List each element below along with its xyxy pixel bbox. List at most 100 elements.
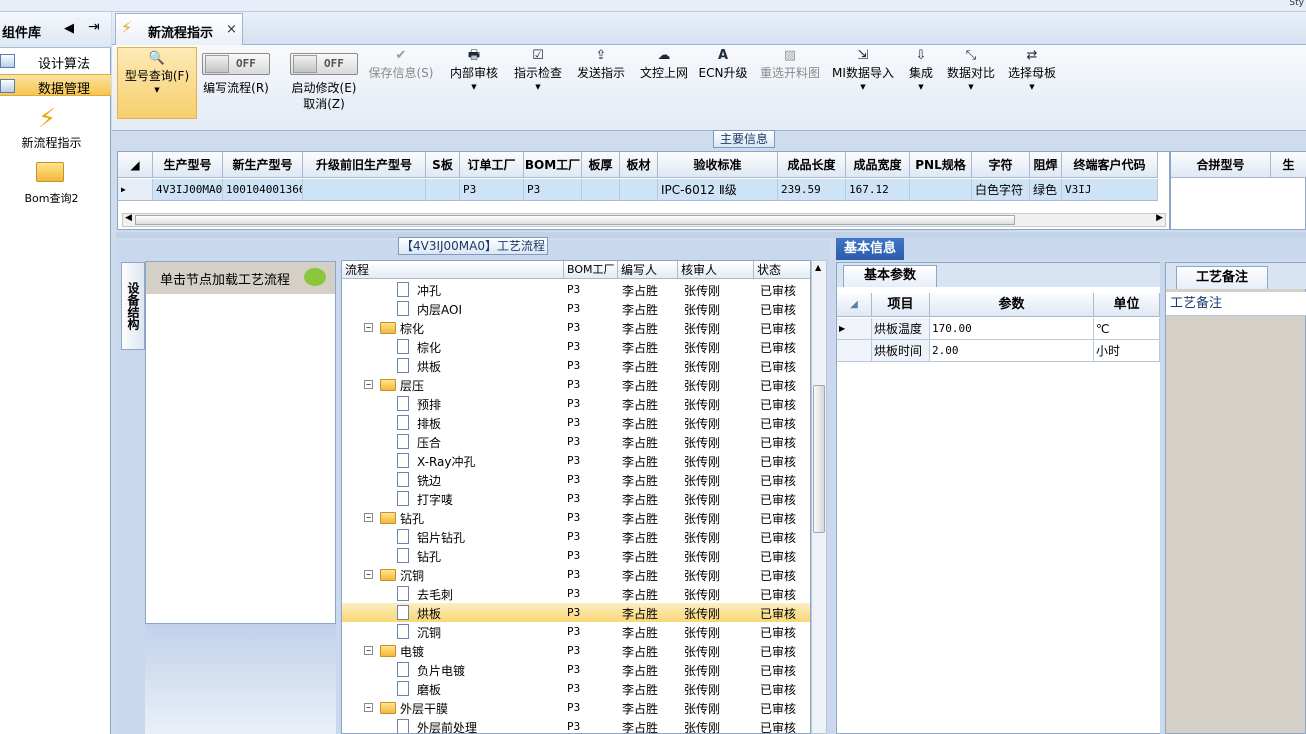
tree-row[interactable]: 铣边 P3 李占胜 张传刚 已审核 [342, 470, 810, 489]
tree-row[interactable]: 内层AOI P3 李占胜 张传刚 已审核 [342, 299, 810, 318]
tree-row[interactable]: X-Ray冲孔 P3 李占胜 张传刚 已审核 [342, 451, 810, 470]
grid-cell[interactable] [426, 179, 460, 201]
process-notes-field[interactable]: 工艺备注 [1166, 292, 1306, 316]
collapse-icon[interactable]: − [364, 323, 373, 332]
grid-cell[interactable]: 白色字符 [972, 179, 1030, 201]
column-header[interactable]: 生 [1271, 152, 1306, 178]
row-indicator-icon[interactable] [837, 340, 872, 362]
tree-row[interactable]: − 钻孔 P3 李占胜 张传刚 已审核 [342, 508, 810, 527]
column-header[interactable]: 订单工厂 [460, 152, 524, 178]
column-header[interactable]: 终端客户代码 [1062, 152, 1158, 178]
tree-row[interactable]: 去毛刺 P3 李占胜 张传刚 已审核 [342, 584, 810, 603]
tree-row[interactable]: 打字唛 P3 李占胜 张传刚 已审核 [342, 489, 810, 508]
grid-cell[interactable]: 10010400136620 [223, 179, 303, 201]
grid-cell[interactable]: P3 [460, 179, 524, 201]
integrate-button[interactable]: ⇩ 集成 ▼ [903, 45, 939, 117]
mi-import-button[interactable]: ⇲ MI数据导入 ▼ [830, 45, 896, 117]
chevron-left-icon[interactable]: ◀ [64, 21, 74, 36]
column-header[interactable]: 成品长度 [778, 152, 846, 178]
ecn-upgrade-button[interactable]: A ECN升级 [698, 45, 748, 117]
shortcut-bom-query[interactable]: Bom查询2 [0, 158, 111, 205]
tree-row[interactable]: 钻孔 P3 李占胜 张传刚 已审核 [342, 546, 810, 565]
column-header[interactable]: 核审人 [678, 261, 754, 279]
column-header[interactable]: 合拼型号 [1171, 152, 1271, 178]
column-header[interactable]: 流程 [342, 261, 564, 279]
column-header[interactable]: 参数 [930, 293, 1094, 317]
collapse-icon[interactable]: − [364, 703, 373, 712]
start-modify-toggle[interactable]: OFF [290, 53, 358, 75]
column-header[interactable]: 单位 [1094, 293, 1160, 317]
tab-equipment-structure[interactable]: 设备结构 [121, 262, 145, 350]
write-flow-toggle[interactable]: OFF [202, 53, 270, 75]
column-header[interactable]: 成品宽度 [846, 152, 910, 178]
grid-cell[interactable] [910, 179, 972, 201]
collapse-icon[interactable]: − [364, 570, 373, 579]
param-unit-cell[interactable]: ℃ [1094, 318, 1160, 340]
vertical-scrollbar[interactable]: ▲ [811, 260, 827, 734]
grid-cell[interactable] [303, 179, 426, 201]
tree-row[interactable]: 磨板 P3 李占胜 张传刚 已审核 [342, 679, 810, 698]
nav-item-design-algorithm[interactable]: 设计算法 [0, 50, 111, 72]
tree-row[interactable]: 预排 P3 李占胜 张传刚 已审核 [342, 394, 810, 413]
scroll-left-icon[interactable]: ◀ [125, 213, 132, 223]
row-indicator-icon[interactable]: ▶ [837, 318, 872, 340]
collapse-icon[interactable]: − [364, 646, 373, 655]
select-mother-board-button[interactable]: ⇄ 选择母板 ▼ [1006, 45, 1058, 117]
horizontal-scrollbar[interactable]: ◀ ▶ [122, 213, 1166, 227]
scroll-thumb[interactable] [135, 215, 1015, 225]
vertical-splitter[interactable] [829, 260, 835, 734]
column-header[interactable]: S板 [426, 152, 460, 178]
collapse-icon[interactable]: − [364, 513, 373, 522]
send-instruction-button[interactable]: ⇪ 发送指示 [573, 45, 629, 117]
param-value-cell[interactable]: 170.00 [930, 318, 1094, 340]
column-header[interactable]: BOM工厂 [564, 261, 618, 279]
grid-cell[interactable] [582, 179, 620, 201]
nav-item-data-management[interactable]: 数据管理 [0, 74, 111, 97]
scroll-right-icon[interactable]: ▶ [1156, 213, 1163, 223]
column-header[interactable]: 生产型号 [153, 152, 223, 178]
login-icon[interactable]: ⇥ [88, 19, 100, 35]
collapse-icon[interactable]: − [364, 380, 373, 389]
grid-cell[interactable] [620, 179, 658, 201]
tree-row[interactable]: − 电镀 P3 李占胜 张传刚 已审核 [342, 641, 810, 660]
grid-cell[interactable]: IPC-6012 Ⅱ级 [658, 179, 778, 201]
data-compare-button[interactable]: ⤡ 数据对比 ▼ [945, 45, 997, 117]
column-header[interactable]: 板材 [620, 152, 658, 178]
column-header[interactable]: 新生产型号 [223, 152, 303, 178]
tree-row[interactable]: 烘板 P3 李占胜 张传刚 已审核 [342, 603, 810, 622]
tree-row[interactable]: 沉铜 P3 李占胜 张传刚 已审核 [342, 622, 810, 641]
column-header[interactable]: 验收标准 [658, 152, 778, 178]
grid-cell[interactable]: 167.12 [846, 179, 910, 201]
tree-row[interactable]: − 层压 P3 李占胜 张传刚 已审核 [342, 375, 810, 394]
tree-row[interactable]: 排板 P3 李占胜 张传刚 已审核 [342, 413, 810, 432]
tree-row[interactable]: 压合 P3 李占胜 张传刚 已审核 [342, 432, 810, 451]
shortcut-new-flow[interactable]: ⚡ 新流程指示 [0, 104, 111, 150]
param-value-cell[interactable]: 2.00 [930, 340, 1094, 362]
cancel-label[interactable]: 取消(Z) [278, 96, 370, 112]
column-header[interactable]: PNL规格 [910, 152, 972, 178]
tab-new-flow-instruction[interactable]: ⚡ 新流程指示 × [115, 13, 243, 45]
column-header[interactable]: 板厚 [582, 152, 620, 178]
grid-cell[interactable]: P3 [524, 179, 582, 201]
reselect-material-button[interactable]: ▨ 重选开料图 [757, 45, 823, 117]
tab-process-notes[interactable]: 工艺备注 [1176, 266, 1268, 289]
tab-basic-info[interactable]: 基本信息 [836, 238, 904, 260]
grid-cell[interactable]: V3IJ [1062, 179, 1158, 201]
param-item-cell[interactable]: 烘板时间 [872, 340, 930, 362]
tree-row[interactable]: 冲孔 P3 李占胜 张传刚 已审核 [342, 280, 810, 299]
tree-row[interactable]: 烘板 P3 李占胜 张传刚 已审核 [342, 356, 810, 375]
column-header[interactable]: 状态 [754, 261, 810, 279]
grid-cell[interactable]: 4V3IJ00MA0 [153, 179, 223, 201]
internal-review-button[interactable]: 🖶 内部审核 ▼ [446, 45, 502, 117]
tree-row[interactable]: − 外层干膜 P3 李占胜 张传刚 已审核 [342, 698, 810, 717]
column-header[interactable]: 编写人 [618, 261, 678, 279]
grid-cell[interactable]: 绿色 [1030, 179, 1062, 201]
column-header[interactable]: BOM工厂 [524, 152, 582, 178]
save-info-button[interactable]: ✔ 保存信息(S) [366, 45, 436, 117]
tree-row[interactable]: 铝片钻孔 P3 李占胜 张传刚 已审核 [342, 527, 810, 546]
tree-row[interactable]: − 棕化 P3 李占胜 张传刚 已审核 [342, 318, 810, 337]
instruction-check-button[interactable]: ☑ 指示检查 ▼ [510, 45, 566, 117]
tree-row[interactable]: 棕化 P3 李占胜 张传刚 已审核 [342, 337, 810, 356]
model-query-button[interactable]: 🔍 型号查询(F) ▼ [117, 47, 197, 119]
tree-row[interactable]: − 沉铜 P3 李占胜 张传刚 已审核 [342, 565, 810, 584]
